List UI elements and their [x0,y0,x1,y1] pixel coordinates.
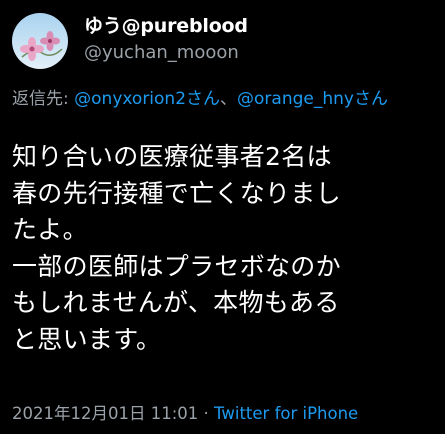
source-link[interactable]: Twitter for iPhone [214,404,358,423]
tweet-meta: 2021年12月01日 11:01 · Twitter for iPhone [12,400,358,424]
reply-to-line: 返信先: @onyxorion2さん、@orange_hnyさん [12,86,437,112]
tweet-text: 知り合いの医療従事者2名は 春の先行接種で亡くなりまし たよ。 一部の医師はプラ… [12,139,437,358]
avatar[interactable] [12,13,68,69]
tweet-line: もしれませんが、本物もある [12,288,340,317]
mention-link-1[interactable]: @onyxorion2さん [74,89,220,109]
tweet-line: 知り合いの医療従事者2名は [12,142,332,171]
flower-avatar-icon [12,13,68,69]
tweet-line: と思います。 [12,324,162,354]
tweet-card: ゆう@pureblood @yuchan_mooon 返信先: @onyxori… [0,0,445,434]
user-handle[interactable]: @yuchan_mooon [84,42,239,63]
tweet-line: 春の先行接種で亡くなりまし [12,178,341,208]
tweet-line: 一部の医師はプラセボなのか [12,251,341,281]
display-name[interactable]: ゆう@pureblood [84,11,248,38]
reply-prefix: 返信先: [12,89,75,109]
mention-link-2[interactable]: @orange_hnyさん [237,89,388,109]
timestamp[interactable]: 2021年12月01日 11:01 [12,404,198,423]
mention-separator: 、 [220,89,238,109]
tweet-line: たよ。 [12,215,88,244]
meta-separator: · [198,404,215,423]
